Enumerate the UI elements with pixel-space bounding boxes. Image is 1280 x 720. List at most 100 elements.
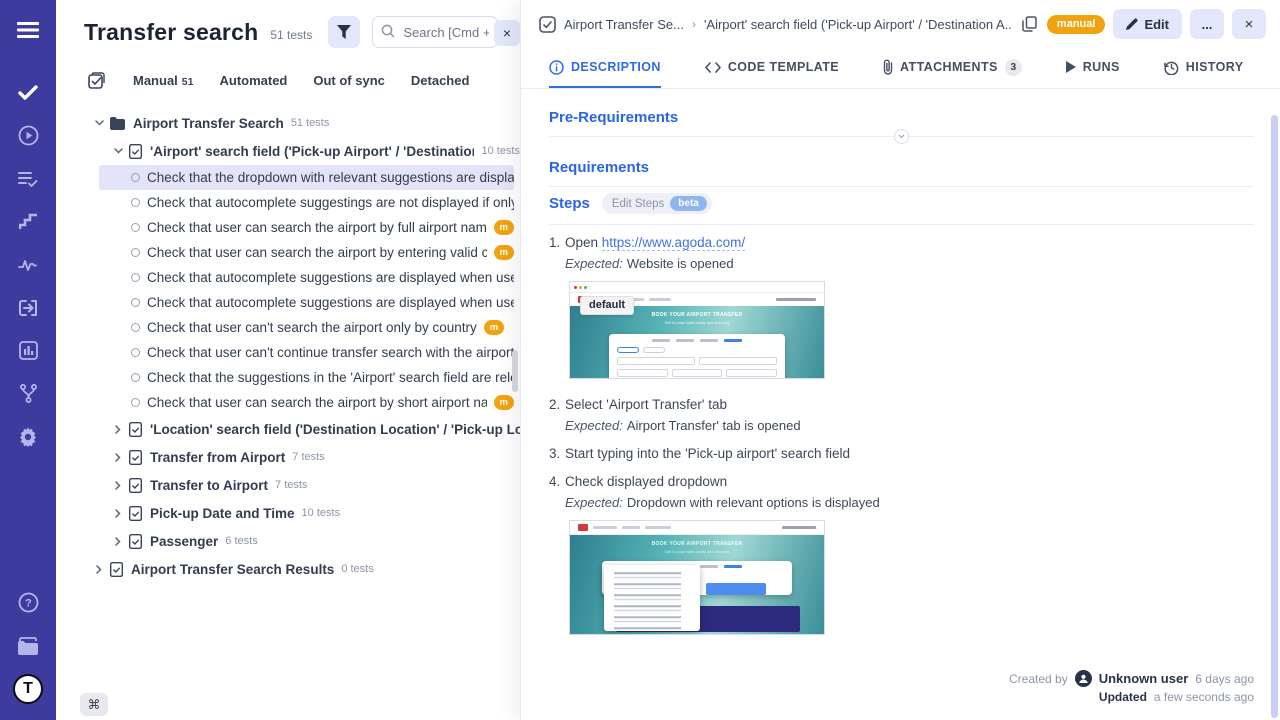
tree-test-item[interactable]: Check that autocomplete suggestings are …: [99, 190, 514, 215]
tree-item-label: Check that user can search the airport b…: [147, 220, 487, 235]
step-number: 4.: [549, 474, 565, 489]
detail-body: Pre-Requirements Requirements Steps Edit…: [521, 89, 1280, 720]
tree-test-item[interactable]: Check that user can't search the airport…: [99, 315, 514, 340]
close-detail-button[interactable]: ×: [1232, 9, 1266, 39]
chevron-right-icon[interactable]: [113, 509, 123, 518]
collapse-toggle-icon[interactable]: [894, 129, 909, 144]
sign-in-icon[interactable]: [0, 286, 56, 329]
tree-item-label: Check that user can search the airport b…: [147, 245, 487, 260]
tree-item-label: Check that autocomplete suggestions are …: [147, 270, 514, 285]
command-shortcut-button[interactable]: ⌘: [80, 693, 108, 716]
step-screenshot[interactable]: defaultBOOK YOUR AIRPORT TRANSFERGet to …: [569, 281, 825, 379]
tab-history[interactable]: HISTORY: [1164, 48, 1244, 88]
settings-icon[interactable]: [0, 415, 56, 458]
filter-tab-manual[interactable]: Manual51: [133, 73, 193, 88]
chevron-down-icon[interactable]: [113, 148, 123, 154]
pre-requirements-heading: Pre-Requirements: [549, 109, 1254, 126]
workspace-logo[interactable]: T: [0, 667, 56, 710]
tree-suite-item[interactable]: Transfer from Airport7 tests: [56, 443, 520, 471]
tree-item-label: Check that autocomplete suggestings are …: [147, 195, 514, 210]
step-text: Select 'Airport Transfer' tab: [565, 397, 727, 412]
tests-icon[interactable]: [0, 71, 56, 114]
copy-icon[interactable]: [1020, 14, 1039, 34]
tree-test-item[interactable]: Check that autocomplete suggestions are …: [99, 265, 514, 290]
reports-icon[interactable]: [0, 329, 56, 372]
milestones-icon[interactable]: [0, 200, 56, 243]
menu-icon[interactable]: [0, 8, 56, 51]
requirements-heading: Requirements: [549, 159, 1254, 176]
test-tree-panel: Transfer search 51 tests × Manual51 Autom…: [56, 0, 520, 720]
step-expected: Expected:Airport Transfer' tab is opened: [565, 418, 1254, 433]
tab-code-template[interactable]: CODE TEMPLATE: [705, 48, 839, 88]
tree-test-item[interactable]: Check that the dropdown with relevant su…: [99, 165, 514, 190]
tab-runs[interactable]: RUNS: [1066, 48, 1120, 88]
version-control-icon[interactable]: [0, 372, 56, 415]
test-checkbox-icon: [539, 16, 556, 33]
chevron-right-icon[interactable]: [113, 481, 123, 490]
clear-search-button[interactable]: ×: [494, 20, 520, 46]
tree-test-item[interactable]: Check that user can search the airport b…: [99, 215, 514, 240]
filter-tab-out-of-sync[interactable]: Out of sync: [313, 73, 385, 88]
activity-icon[interactable]: [0, 243, 56, 286]
breadcrumb-item[interactable]: 'Airport' search field ('Pick-up Airport…: [704, 17, 1012, 32]
test-circle-icon: [131, 323, 140, 332]
chevron-right-icon[interactable]: [113, 453, 123, 462]
detail-scrollbar[interactable]: [1271, 115, 1278, 718]
filter-tab-detached[interactable]: Detached: [411, 73, 470, 88]
breadcrumb-item[interactable]: Airport Transfer Se...: [564, 17, 684, 32]
tree-item-count: 10 tests: [481, 145, 520, 157]
step-link[interactable]: https://www.agoda.com/: [602, 235, 745, 251]
bulk-select-icon[interactable]: [88, 72, 105, 89]
test-detail-panel: Airport Transfer Se...›'Airport' search …: [520, 0, 1280, 720]
step-screenshot[interactable]: BOOK YOUR AIRPORT TRANSFERGet to your ho…: [569, 520, 825, 635]
description-icon: [549, 60, 564, 75]
tree-test-item[interactable]: Check that user can search the airport b…: [99, 240, 514, 265]
tab-description[interactable]: DESCRIPTION: [549, 48, 661, 88]
tree-item-label: 'Location' search field ('Destination Lo…: [150, 422, 520, 437]
tree-suite-item[interactable]: Transfer to Airport7 tests: [56, 471, 520, 499]
filter-tab-automated[interactable]: Automated: [219, 73, 287, 88]
filter-button[interactable]: [328, 16, 360, 48]
test-plans-icon[interactable]: [0, 157, 56, 200]
tab-attachments[interactable]: ATTACHMENTS3: [883, 48, 1022, 88]
more-button[interactable]: ...: [1190, 9, 1224, 39]
tree-item-label: Passenger: [150, 534, 218, 549]
suite-doc-icon: [129, 450, 142, 465]
tree-suite-item[interactable]: 'Location' search field ('Destination Lo…: [56, 415, 520, 443]
tree-test-item[interactable]: Check that the suggestions in the 'Airpo…: [99, 365, 514, 390]
tree-item-label: Check that autocomplete suggestions are …: [147, 295, 514, 310]
tree-test-item[interactable]: Check that autocomplete suggestions are …: [99, 290, 514, 315]
tree-test-item[interactable]: Check that user can't continue transfer …: [99, 340, 514, 365]
tree-suite-item[interactable]: 'Airport' search field ('Pick-up Airport…: [56, 137, 520, 165]
test-step: 2.Select 'Airport Transfer' tabExpected:…: [549, 397, 1254, 433]
tree-suite-item[interactable]: Pick-up Date and Time10 tests: [56, 499, 520, 527]
chevron-right-icon[interactable]: [113, 537, 123, 546]
steps-heading: Steps: [549, 195, 590, 212]
tree-suite-item[interactable]: Passenger6 tests: [56, 527, 520, 555]
edit-steps-button[interactable]: Edit Stepsbeta: [602, 193, 712, 214]
tree-item-count: 10 tests: [302, 507, 341, 519]
chevron-right-icon[interactable]: [94, 565, 104, 574]
projects-icon[interactable]: [0, 624, 56, 667]
tree-item-label: Airport Transfer Search Results: [131, 562, 334, 577]
tree-test-item[interactable]: Check that user can search the airport b…: [99, 390, 514, 415]
runs-icon[interactable]: [0, 114, 56, 157]
manual-badge: manual: [1047, 15, 1106, 34]
edit-button[interactable]: Edit: [1113, 9, 1182, 39]
chevron-down-icon[interactable]: [94, 120, 104, 126]
chevron-right-icon[interactable]: [113, 425, 123, 434]
default-variant-tag: default: [580, 296, 634, 315]
tree-suite-item[interactable]: Airport Transfer Search Results 0 tests: [56, 555, 520, 583]
tree-panel-header: Transfer search 51 tests ×: [56, 0, 520, 58]
tree-suite-item[interactable]: Airport Transfer Search51 tests: [56, 109, 520, 137]
tree-item-label: Airport Transfer Search: [133, 116, 284, 131]
tree-item-count: 0 tests: [341, 563, 373, 575]
beta-badge: beta: [670, 196, 707, 211]
tree-item-label: Check that user can't continue transfer …: [147, 345, 514, 360]
funnel-icon: [337, 25, 351, 39]
logo-icon: T: [13, 674, 43, 704]
suite-doc-icon: [129, 422, 142, 437]
help-icon[interactable]: ?: [0, 581, 56, 624]
tree-item-label: Transfer to Airport: [150, 478, 268, 493]
tree-scrollbar[interactable]: [512, 350, 518, 392]
